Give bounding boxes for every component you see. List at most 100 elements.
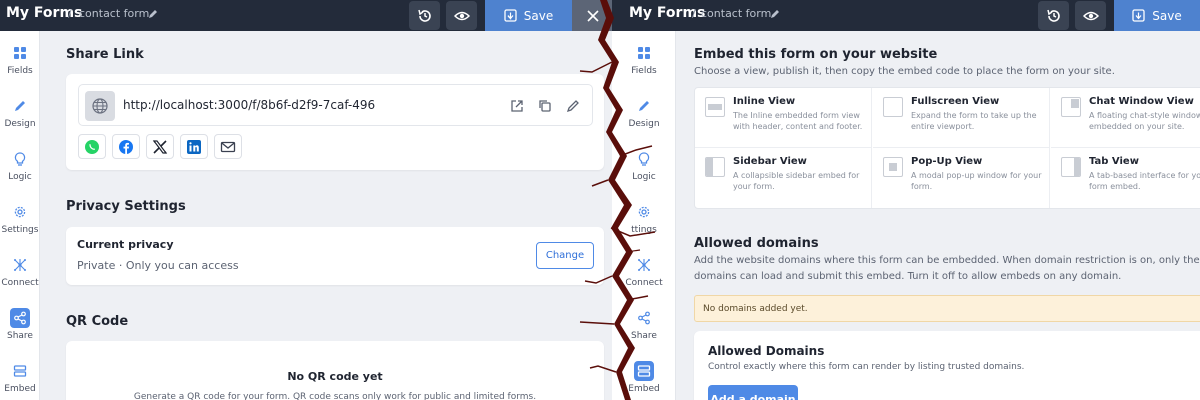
- sidebar-item-logic[interactable]: Logic: [624, 149, 664, 182]
- sidebar-item-connect[interactable]: Connect: [624, 255, 664, 288]
- sidebar-item-fields[interactable]: Fields: [0, 43, 40, 76]
- save-label: Save: [1152, 8, 1182, 23]
- brush-icon: [634, 96, 654, 116]
- privacy-value: Private · Only you can access: [77, 259, 239, 272]
- embed-view-option[interactable]: Chat Window View A floating chat-style wi…: [1051, 88, 1200, 148]
- view-description: A collapsible sidebar embed for your for…: [733, 171, 860, 191]
- view-description: Expand the form to take up the entire vi…: [911, 111, 1037, 131]
- facebook-icon: [119, 139, 133, 154]
- top-bar: My Forms / contact form Save: [0, 0, 620, 31]
- network-icon: [10, 255, 30, 275]
- open-link-icon[interactable]: [510, 99, 524, 113]
- save-button[interactable]: Save: [1114, 0, 1200, 31]
- view-thumbnail-icon: [705, 157, 725, 177]
- no-domains-notice: No domains added yet.: [694, 295, 1200, 322]
- view-description: A tab-based interface for your form embe…: [1089, 171, 1200, 191]
- grid-icon: [10, 43, 30, 63]
- sidebar-item-label: Fields: [631, 66, 657, 76]
- embed-view-option[interactable]: Sidebar View A collapsible sidebar embed …: [695, 148, 872, 208]
- stage: My Forms / contact form Save Fields Desi…: [0, 0, 1200, 400]
- share-icon: [634, 308, 654, 328]
- view-thumbnail-icon: [883, 157, 903, 177]
- embed-view-option[interactable]: Inline View The Inline embedded form view…: [695, 88, 872, 148]
- add-domain-button[interactable]: Add a domain: [708, 385, 798, 400]
- sidebar-item-label: Share: [631, 331, 657, 341]
- domains-heading: Allowed domains: [694, 236, 819, 251]
- share-link-box: http://localhost:3000/f/8b6f-d2f9-7caf-4…: [78, 84, 593, 126]
- pencil-icon[interactable]: [770, 9, 780, 19]
- share-icon: [10, 308, 30, 328]
- sidebar-item-embed[interactable]: Embed: [0, 361, 40, 394]
- save-label: Save: [523, 8, 554, 23]
- privacy-card-title: Current privacy: [77, 238, 174, 251]
- view-description: A modal pop-up window for your form.: [911, 171, 1042, 191]
- sidebar-item-label: Design: [628, 119, 660, 129]
- allowed-domains-card: Allowed Domains Control exactly where th…: [694, 331, 1200, 400]
- sidebar-item-connect[interactable]: Connect: [0, 255, 40, 288]
- sidebar-item-label: Embed: [4, 384, 36, 394]
- share-link-card: http://localhost:3000/f/8b6f-d2f9-7caf-4…: [66, 74, 604, 170]
- preview-button[interactable]: [446, 1, 477, 30]
- close-button[interactable]: [572, 0, 614, 31]
- share-whatsapp-button[interactable]: [78, 134, 106, 159]
- embed-view-option[interactable]: Pop-Up View A modal pop-up window for you…: [873, 148, 1050, 208]
- sidebar-item-fields[interactable]: Fields: [624, 43, 664, 76]
- form-name[interactable]: contact form: [79, 7, 149, 20]
- change-privacy-button[interactable]: Change: [536, 242, 594, 269]
- sidebar-item-label: Fields: [7, 66, 33, 76]
- history-button[interactable]: [1038, 1, 1069, 30]
- view-description: A floating chat-style window embedded on…: [1089, 111, 1200, 131]
- save-icon: [1132, 9, 1145, 22]
- form-name[interactable]: contact form: [701, 7, 771, 20]
- sidebar-item-share[interactable]: Share: [0, 308, 40, 341]
- view-thumbnail-icon: [705, 97, 725, 117]
- globe-icon: [85, 91, 115, 121]
- view-title: Inline View: [733, 96, 796, 107]
- sidebar-item-label: Share: [7, 331, 33, 341]
- view-description: The Inline embedded form view with heade…: [733, 111, 863, 131]
- mail-icon: [220, 141, 236, 152]
- view-title: Tab View: [1089, 156, 1139, 167]
- edit-link-icon[interactable]: [566, 99, 580, 113]
- qr-heading: QR Code: [66, 314, 129, 329]
- sidebar-item-logic[interactable]: Logic: [0, 149, 40, 182]
- sidebar-item-design[interactable]: Design: [624, 96, 664, 129]
- privacy-heading: Privacy Settings: [66, 199, 186, 214]
- share-url[interactable]: http://localhost:3000/f/8b6f-d2f9-7caf-4…: [123, 98, 375, 112]
- sidebar-rail: Fields Design Logic ttings Connect Share Embed: [612, 31, 676, 400]
- bulb-icon: [10, 149, 30, 169]
- copy-icon[interactable]: [538, 99, 552, 113]
- share-facebook-button[interactable]: [112, 134, 140, 159]
- share-pane: My Forms / contact form Save Fields Desi…: [0, 0, 620, 400]
- history-button[interactable]: [409, 1, 440, 30]
- sidebar-item-label: Connect: [625, 278, 663, 288]
- sidebar-item-label: Logic: [632, 172, 656, 182]
- save-icon: [504, 9, 517, 22]
- sidebar-item-settings[interactable]: Settings: [0, 202, 40, 235]
- gear-icon: [10, 202, 30, 222]
- history-icon: [417, 9, 431, 22]
- sidebar-item-label: Design: [4, 119, 36, 129]
- domains-desc-line1: Add the website domains where this form …: [694, 255, 1200, 266]
- sidebar-item-share[interactable]: Share: [624, 308, 664, 341]
- share-linkedin-button[interactable]: [180, 134, 208, 159]
- grid-icon: [634, 43, 654, 63]
- share-x-button[interactable]: [146, 134, 174, 159]
- privacy-card: Current privacy Private · Only you can a…: [66, 227, 604, 285]
- view-thumbnail-icon: [883, 97, 903, 117]
- view-title: Sidebar View: [733, 156, 807, 167]
- breadcrumb-separator: /: [692, 7, 696, 20]
- history-icon: [1046, 9, 1060, 22]
- share-email-button[interactable]: [214, 134, 242, 159]
- sidebar-item-label: Logic: [8, 172, 32, 182]
- save-button[interactable]: Save: [485, 0, 572, 31]
- preview-button[interactable]: [1075, 1, 1106, 30]
- embed-view-option[interactable]: Fullscreen View Expand the form to take u…: [873, 88, 1050, 148]
- linkedin-icon: [187, 139, 201, 154]
- sidebar-item-embed[interactable]: Embed: [624, 361, 664, 394]
- sidebar-item-ttings[interactable]: ttings: [624, 202, 664, 235]
- sidebar-item-design[interactable]: Design: [0, 96, 40, 129]
- pencil-icon[interactable]: [148, 9, 158, 19]
- embed-view-option[interactable]: Tab View A tab-based interface for your f…: [1051, 148, 1200, 208]
- sidebar-item-label: Settings: [1, 225, 39, 235]
